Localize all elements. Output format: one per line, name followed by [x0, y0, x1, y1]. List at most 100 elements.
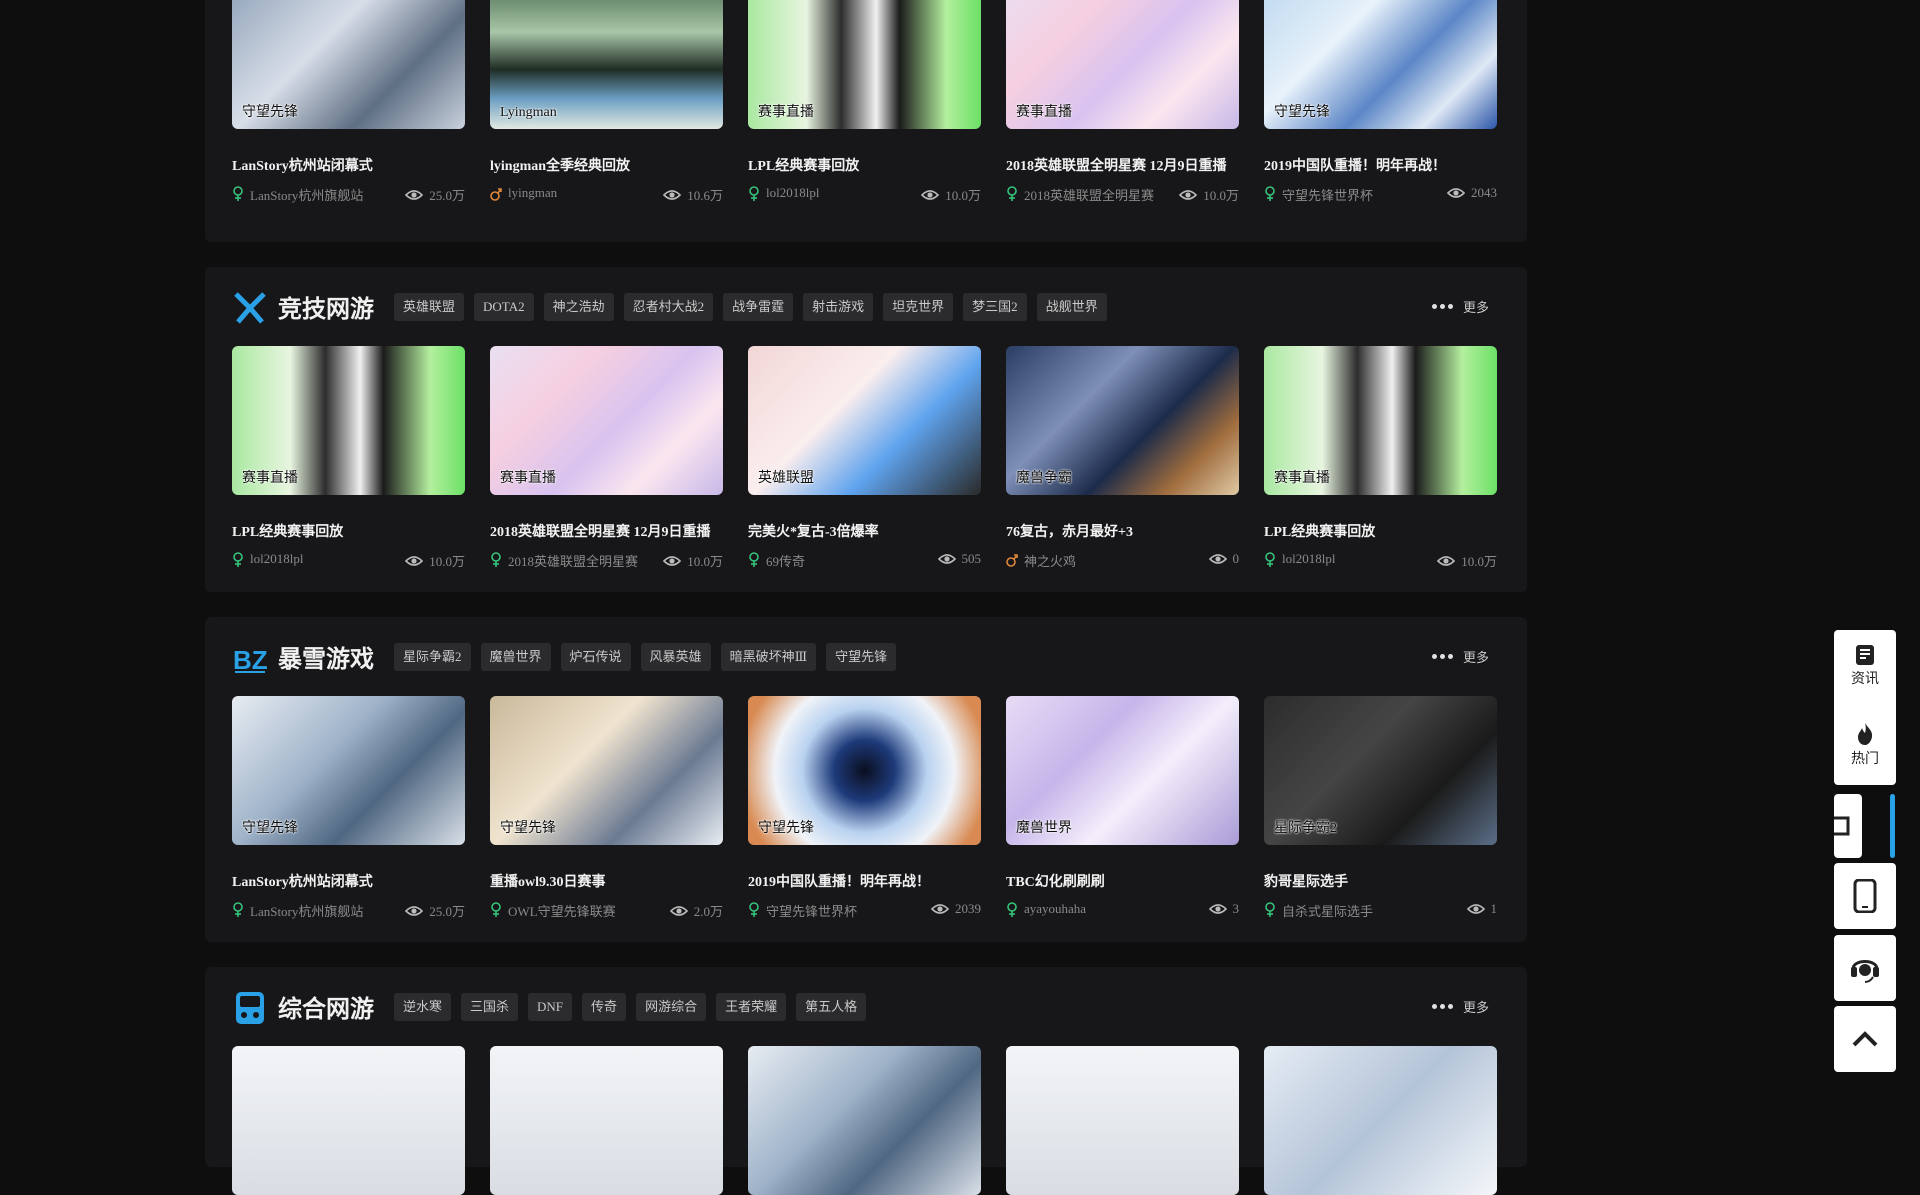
- author-name[interactable]: 2018英雄联盟全明星赛: [508, 551, 638, 570]
- category-tag[interactable]: 忍者村大战2: [623, 293, 714, 321]
- video-title[interactable]: 2018英雄联盟全明星赛 12月9日重播: [1006, 155, 1227, 175]
- video-title[interactable]: 2018英雄联盟全明星赛 12月9日重播: [490, 521, 711, 541]
- video-card[interactable]: 赛事直播 LPL经典赛事回放 lol2018lpl 10.0万: [748, 0, 981, 203]
- news-button[interactable]: 资讯: [1834, 644, 1896, 688]
- video-thumbnail[interactable]: 赛事直播: [232, 346, 465, 495]
- video-thumbnail[interactable]: [1264, 1046, 1497, 1195]
- video-card[interactable]: 守望先锋 LanStory杭州站闭幕式 LanStory杭州旗舰站 25.0万: [232, 696, 465, 919]
- video-title[interactable]: TBC幻化刷刷刷: [1006, 871, 1105, 891]
- category-tag[interactable]: 暗黑破坏神Ⅲ: [720, 643, 817, 671]
- video-card[interactable]: [490, 1046, 723, 1195]
- author-name[interactable]: 69传奇: [766, 551, 805, 570]
- more-link[interactable]: 更多: [1431, 647, 1489, 666]
- video-title[interactable]: lyingman全季经典回放: [490, 155, 630, 175]
- video-thumbnail[interactable]: 魔兽世界: [1006, 696, 1239, 845]
- video-thumbnail[interactable]: [490, 1046, 723, 1195]
- video-thumbnail[interactable]: [1006, 1046, 1239, 1195]
- category-tag[interactable]: 神之浩劫: [543, 293, 614, 321]
- video-card[interactable]: 赛事直播 LPL经典赛事回放 lol2018lpl 10.0万: [1264, 346, 1497, 569]
- category-tag[interactable]: 梦三国2: [963, 293, 1027, 321]
- category-tag[interactable]: 炉石传说: [560, 643, 631, 671]
- video-card[interactable]: 守望先锋 LanStory杭州站闭幕式 LanStory杭州旗舰站 25.0万: [232, 0, 465, 203]
- category-tag[interactable]: 英雄联盟: [394, 293, 465, 321]
- author-name[interactable]: LanStory杭州旗舰站: [250, 901, 363, 920]
- video-title[interactable]: 重播owl9.30日赛事: [490, 871, 606, 891]
- category-tag[interactable]: 魔兽世界: [480, 643, 551, 671]
- category-tag[interactable]: 网游综合: [636, 993, 707, 1021]
- video-title[interactable]: 豹哥星际选手: [1264, 871, 1348, 891]
- video-title[interactable]: 2019中国队重播！明年再战！: [1264, 155, 1446, 175]
- category-tag[interactable]: 传奇: [582, 993, 627, 1021]
- video-thumbnail[interactable]: 守望先锋: [490, 696, 723, 845]
- video-thumbnail[interactable]: 赛事直播: [748, 0, 981, 129]
- video-card[interactable]: 星际争霸2 豹哥星际选手 自杀式星际选手 1: [1264, 696, 1497, 919]
- video-card[interactable]: 守望先锋 重播owl9.30日赛事 OWL守望先锋联赛 2.0万: [490, 696, 723, 919]
- author-name[interactable]: 自杀式星际选手: [1282, 901, 1373, 920]
- author-name[interactable]: 2018英雄联盟全明星赛: [1024, 185, 1154, 204]
- category-tag[interactable]: 坦克世界: [883, 293, 954, 321]
- video-thumbnail[interactable]: 魔兽争霸: [1006, 346, 1239, 495]
- author-name[interactable]: lol2018lpl: [1282, 551, 1335, 567]
- video-title[interactable]: LanStory杭州站闭幕式: [232, 871, 373, 891]
- support-button[interactable]: [1834, 935, 1896, 1001]
- video-card[interactable]: 赛事直播 2018英雄联盟全明星赛 12月9日重播 2018英雄联盟全明星赛 1…: [1006, 0, 1239, 203]
- video-thumbnail[interactable]: 赛事直播: [1006, 0, 1239, 129]
- video-title[interactable]: LPL经典赛事回放: [748, 155, 859, 175]
- video-title[interactable]: LPL经典赛事回放: [1264, 521, 1375, 541]
- hot-button[interactable]: 热门: [1834, 722, 1896, 768]
- author-name[interactable]: lyingman: [508, 185, 557, 201]
- category-tag[interactable]: 逆水寒: [394, 993, 452, 1021]
- author-name[interactable]: 神之火鸡: [1024, 551, 1076, 570]
- video-card[interactable]: 魔兽争霸 76复古，赤月最好+3 神之火鸡 0: [1006, 346, 1239, 569]
- author-name[interactable]: lol2018lpl: [250, 551, 303, 567]
- mobile-button[interactable]: [1834, 863, 1896, 929]
- video-thumbnail[interactable]: [232, 1046, 465, 1195]
- video-card[interactable]: 魔兽世界 TBC幻化刷刷刷 ayayouhaha 3: [1006, 696, 1239, 917]
- video-card[interactable]: [1006, 1046, 1239, 1195]
- author-name[interactable]: 守望先锋世界杯: [1282, 185, 1373, 204]
- video-title[interactable]: LanStory杭州站闭幕式: [232, 155, 373, 175]
- video-card[interactable]: Lyingman lyingman全季经典回放 lyingman 10.6万: [490, 0, 723, 203]
- category-tag[interactable]: 射击游戏: [803, 293, 874, 321]
- video-card[interactable]: 赛事直播 2018英雄联盟全明星赛 12月9日重播 2018英雄联盟全明星赛 10.0…: [490, 346, 723, 569]
- category-tag[interactable]: 风暴英雄: [640, 643, 711, 671]
- video-thumbnail[interactable]: 赛事直播: [490, 346, 723, 495]
- video-card[interactable]: [1264, 1046, 1497, 1195]
- video-title[interactable]: 2019中国队重播！明年再战！: [748, 871, 930, 891]
- category-tag[interactable]: 第五人格: [796, 993, 867, 1021]
- video-card[interactable]: 赛事直播 LPL经典赛事回放 lol2018lpl 10.0万: [232, 346, 465, 569]
- video-card[interactable]: 守望先锋 2019中国队重播！明年再战！ 守望先锋世界杯 2039: [748, 696, 981, 919]
- video-thumbnail[interactable]: 守望先锋: [1264, 0, 1497, 129]
- video-card[interactable]: 英雄联盟 完美火*复古-3倍爆率 69传奇 505: [748, 346, 981, 569]
- more-link[interactable]: 更多: [1431, 297, 1489, 316]
- video-card[interactable]: 守望先锋 2019中国队重播！明年再战！ 守望先锋世界杯 2043: [1264, 0, 1497, 203]
- collapsed-tab[interactable]: [1834, 794, 1862, 858]
- category-tag[interactable]: 守望先锋: [826, 643, 897, 671]
- category-tag[interactable]: 三国杀: [461, 993, 519, 1021]
- author-name[interactable]: OWL守望先锋联赛: [508, 901, 616, 920]
- video-title[interactable]: 完美火*复古-3倍爆率: [748, 521, 879, 541]
- video-thumbnail[interactable]: 赛事直播: [1264, 346, 1497, 495]
- author-name[interactable]: lol2018lpl: [766, 185, 819, 201]
- video-thumbnail[interactable]: 守望先锋: [748, 696, 981, 845]
- more-link[interactable]: 更多: [1431, 997, 1489, 1016]
- back-to-top-button[interactable]: [1834, 1006, 1896, 1072]
- video-title[interactable]: LPL经典赛事回放: [232, 521, 343, 541]
- video-thumbnail[interactable]: Lyingman: [490, 0, 723, 129]
- video-thumbnail[interactable]: 星际争霸2: [1264, 696, 1497, 845]
- video-card[interactable]: [748, 1046, 981, 1195]
- video-thumbnail[interactable]: [748, 1046, 981, 1195]
- video-card[interactable]: [232, 1046, 465, 1195]
- category-tag[interactable]: DOTA2: [474, 293, 534, 321]
- category-tag[interactable]: 星际争霸2: [394, 643, 471, 671]
- video-thumbnail[interactable]: 守望先锋: [232, 696, 465, 845]
- category-tag[interactable]: DNF: [528, 993, 573, 1021]
- category-tag[interactable]: 战舰世界: [1036, 293, 1107, 321]
- author-name[interactable]: ayayouhaha: [1024, 901, 1086, 917]
- video-thumbnail[interactable]: 守望先锋: [232, 0, 465, 129]
- video-title[interactable]: 76复古，赤月最好+3: [1006, 521, 1133, 541]
- category-tag[interactable]: 王者荣耀: [716, 993, 787, 1021]
- author-name[interactable]: LanStory杭州旗舰站: [250, 185, 363, 204]
- category-tag[interactable]: 战争雷霆: [723, 293, 794, 321]
- video-thumbnail[interactable]: 英雄联盟: [748, 346, 981, 495]
